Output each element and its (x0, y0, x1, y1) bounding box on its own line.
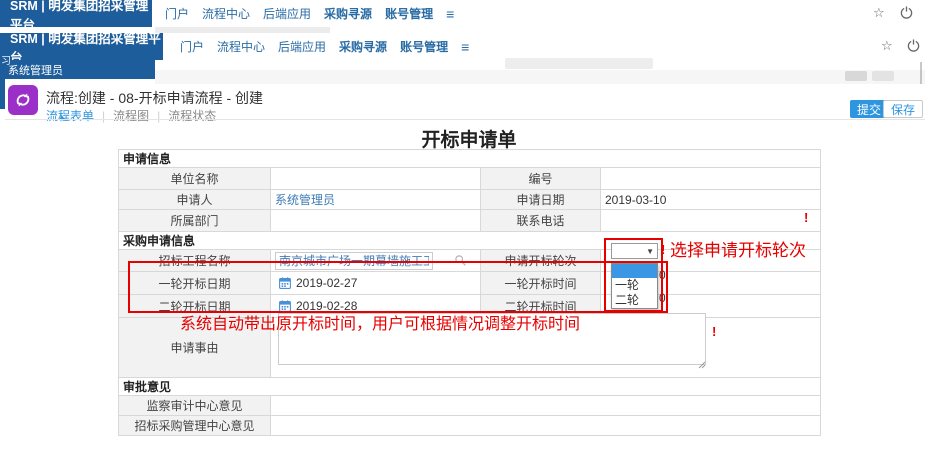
nav-process-center[interactable]: 流程中心 (202, 5, 250, 22)
required-mark-reason: ! (712, 324, 716, 339)
resize-handle-icon[interactable] (698, 356, 706, 374)
field-value-number (601, 168, 821, 190)
round2-time-fragment: 0 (659, 291, 666, 305)
nav-backend-apps-2[interactable]: 后端应用 (278, 38, 326, 55)
main-nav-2: 门户 流程中心 后端应用 采购寻源 账号管理 ≡ (180, 33, 469, 60)
underlying-window-bar (155, 70, 925, 85)
annotation-auto-time: 系统自动带出原开标时间，用户可根据情况调整开标时间 (180, 310, 580, 334)
round-select[interactable]: ▼ (611, 243, 658, 259)
application-form-table: 申请信息 单位名称 编号 申请人 系统管理员 申请日期 2019-03-10 所… (118, 149, 821, 436)
required-mark-round: ! (661, 242, 665, 257)
main-nav-1: 门户 流程中心 后端应用 采购寻源 账号管理 ≡ (165, 0, 454, 27)
save-button[interactable]: 保存 (883, 100, 923, 118)
tab-process-diagram[interactable]: 流程图 (113, 107, 149, 124)
tab-separator: | (102, 109, 105, 123)
field-label-unit-name: 单位名称 (119, 168, 271, 190)
project-name-input[interactable] (275, 252, 433, 270)
round1-date-value: 2019-02-27 (296, 276, 357, 290)
dropdown-option-round2[interactable]: 二轮 (612, 293, 657, 308)
brand-logo: SRM | 明发集团招采管理平台 (0, 0, 152, 27)
dropdown-option-round1[interactable]: 一轮 (612, 278, 657, 293)
brand-logo-2: SRM | 明发集团招采管理平台 (0, 33, 163, 60)
field-value-audit-opinion (271, 396, 821, 416)
tab-separator: | (157, 109, 160, 123)
table-row: 所属部门 联系电话 (119, 210, 821, 232)
table-row: 一轮开标日期 2019-02-27 一轮开标时间 (119, 272, 821, 295)
field-label-procurement-opinion: 招标采购管理中心意见 (119, 416, 271, 436)
power-logout-icon[interactable] (900, 6, 913, 24)
field-label-audit-opinion: 监察审计中心意见 (119, 396, 271, 416)
nav-sourcing-2[interactable]: 采购寻源 (339, 38, 387, 55)
field-label-round1-date: 一轮开标日期 (119, 272, 271, 295)
nav-process-center-2[interactable]: 流程中心 (217, 38, 265, 55)
field-label-department: 所属部门 (119, 210, 271, 232)
topbar-2: SRM | 明发集团招采管理平台 门户 流程中心 后端应用 采购寻源 账号管理 … (0, 33, 925, 60)
field-value-unit-name (271, 168, 481, 190)
power-logout-icon-2[interactable] (907, 39, 920, 57)
field-label-applicant: 申请人 (119, 190, 271, 210)
table-row: 招标采购管理中心意见 (119, 416, 821, 436)
required-mark-phone: ! (804, 210, 808, 225)
hamburger-menu-icon[interactable]: ≡ (446, 6, 454, 22)
nav-account-mgmt-2[interactable]: 账号管理 (400, 38, 448, 55)
nav-portal-2[interactable]: 门户 (180, 38, 204, 55)
calendar-icon[interactable] (279, 277, 291, 289)
process-flow-icon (8, 85, 38, 115)
field-value-apply-date: 2019-03-10 (601, 190, 821, 210)
round1-time-fragment: 0 (659, 268, 666, 282)
sidebar-remnant: 系统管理员 (0, 60, 155, 79)
form-title: 开标申请单 (118, 125, 820, 152)
field-value-phone (601, 210, 821, 232)
search-icon[interactable] (454, 254, 467, 267)
topbar-1: SRM | 明发集团招采管理平台 门户 流程中心 后端应用 采购寻源 账号管理 … (0, 0, 925, 27)
hamburger-menu-icon-2[interactable]: ≡ (461, 39, 469, 55)
field-label-round: 申请开标轮次 (481, 250, 601, 272)
field-label-apply-date: 申请日期 (481, 190, 601, 210)
favorite-star-icon-2[interactable]: ☆ (881, 39, 893, 52)
tab-process-status[interactable]: 流程状态 (168, 107, 216, 124)
ghost-button (872, 71, 894, 81)
field-label-round1-time: 一轮开标时间 (481, 272, 601, 295)
field-value-applicant: 系统管理员 (271, 190, 481, 210)
dropdown-option-empty[interactable] (612, 264, 657, 278)
table-row: 监察审计中心意见 (119, 396, 821, 416)
field-value-department (271, 210, 481, 232)
table-row: 单位名称 编号 (119, 168, 821, 190)
nav-portal[interactable]: 门户 (165, 5, 189, 22)
round-dropdown-list: 一轮 二轮 (611, 263, 658, 309)
annotation-select-round: 选择申请开标轮次 (670, 236, 806, 261)
section-title-approval: 审批意见 (119, 378, 821, 396)
favorite-star-icon[interactable]: ☆ (873, 6, 885, 19)
nav-sourcing[interactable]: 采购寻源 (324, 5, 372, 22)
field-label-project-name: 招标工程名称 (119, 250, 271, 272)
field-label-number: 编号 (481, 168, 601, 190)
field-value-procurement-opinion (271, 416, 821, 436)
table-row: 申请人 系统管理员 申请日期 2019-03-10 (119, 190, 821, 210)
field-label-phone: 联系电话 (481, 210, 601, 232)
clipped-text-fragment: 习 (1, 52, 11, 67)
sidebar-user-label: 系统管理员 (8, 62, 63, 78)
nav-account-mgmt[interactable]: 账号管理 (385, 5, 433, 22)
tab-process-form[interactable]: 流程表单 (46, 107, 94, 124)
underlying-text-smudge (505, 58, 653, 69)
header-divider (5, 119, 925, 120)
ghost-button (845, 71, 867, 81)
nav-backend-apps[interactable]: 后端应用 (263, 5, 311, 22)
chevron-down-icon: ▼ (646, 247, 654, 256)
process-tabs: 流程表单 | 流程图 | 流程状态 (46, 107, 216, 124)
process-title: 流程:创建 - 08-开标申请流程 - 创建 (46, 88, 263, 108)
section-title-application-info: 申请信息 (119, 150, 821, 168)
